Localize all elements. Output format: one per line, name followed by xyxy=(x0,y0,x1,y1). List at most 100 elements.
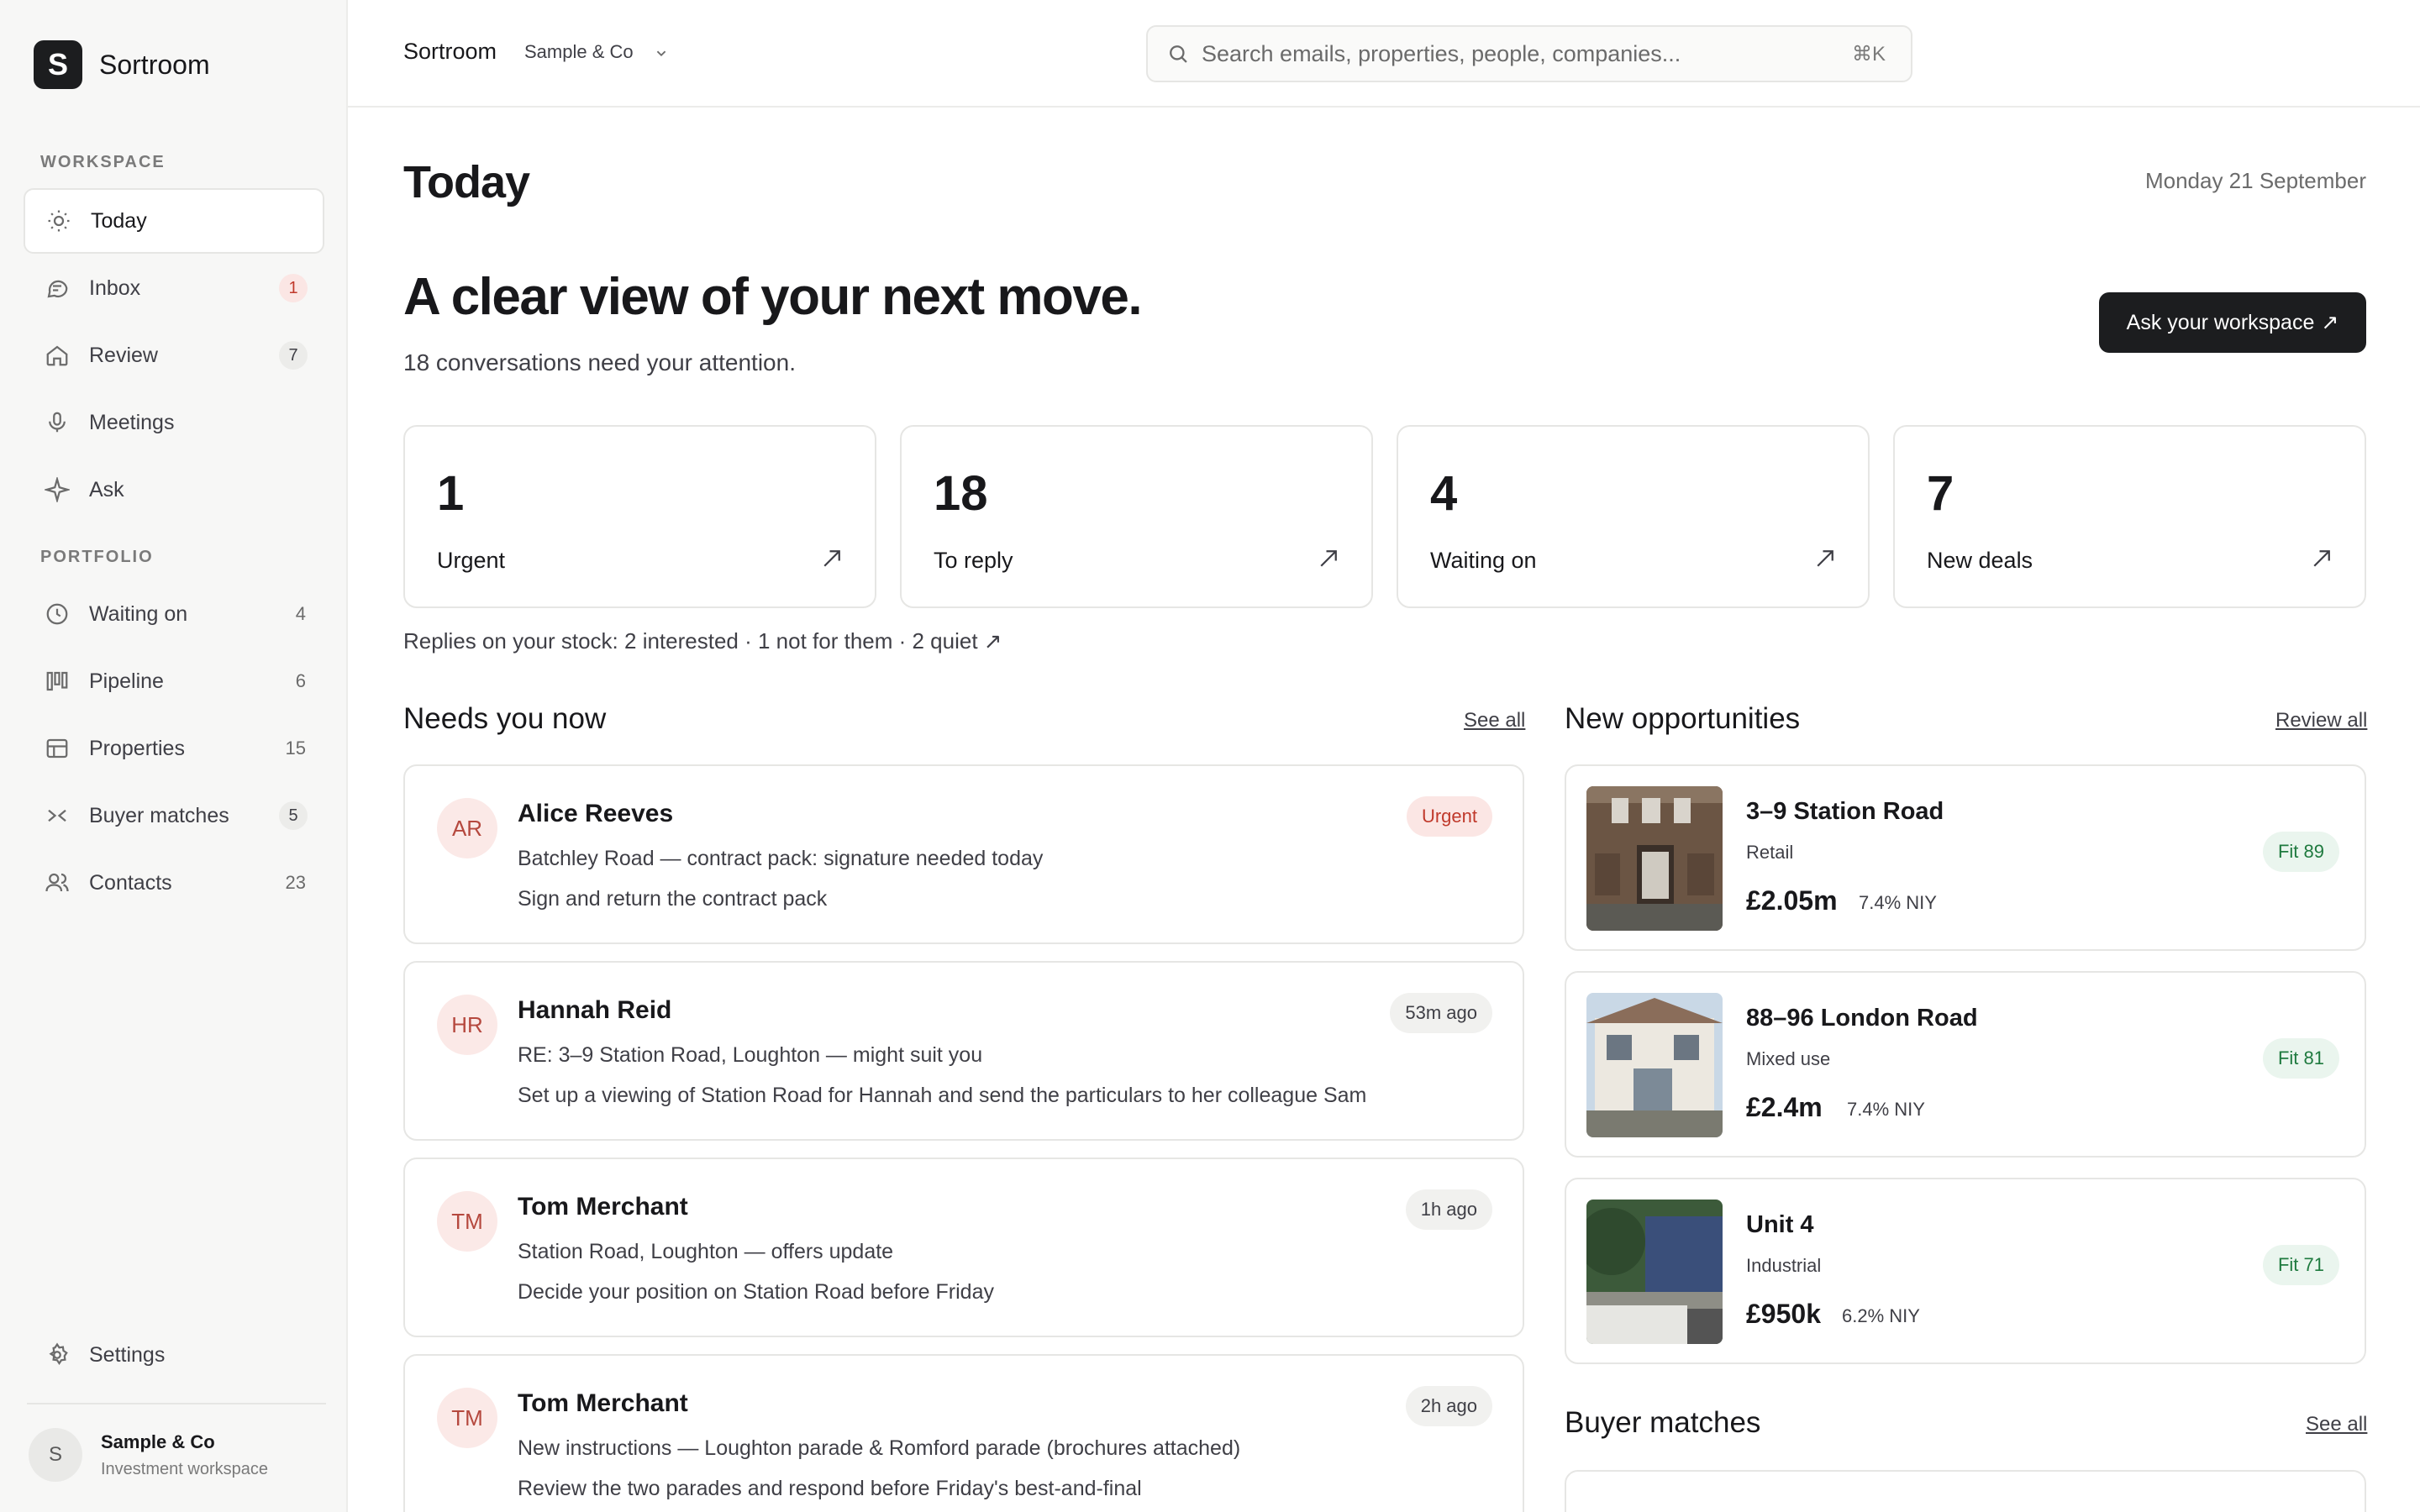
buyer-matches-badge: 5 xyxy=(279,801,308,830)
property-name: Unit 4 xyxy=(1746,1211,1814,1238)
sidebar-item-review[interactable]: Review 7 xyxy=(24,323,324,388)
fit-badge: Fit 89 xyxy=(2262,832,2339,872)
brand-logo: S xyxy=(34,40,82,89)
opportunity-card[interactable]: Unit 4 Industrial £950k 6.2% NIY Fit 71 xyxy=(1565,1178,2366,1364)
avatar: TM xyxy=(437,1388,497,1448)
workspace-nav: Today Inbox 1 Review 7 Meetings Ask xyxy=(24,188,324,524)
chat-icon xyxy=(44,275,71,302)
property-type: Mixed use xyxy=(1746,1048,1831,1069)
org-switcher-label[interactable]: Sample & Co xyxy=(524,41,634,63)
stats-row: 1 Urgent 18 To reply 4 Waiting on 7 New … xyxy=(403,425,2366,608)
sidebar-item-buyer-matches[interactable]: Buyer matches 5 xyxy=(24,783,324,848)
sparkle-icon xyxy=(44,476,71,503)
sidebar-item-label: Pipeline xyxy=(89,669,164,693)
opportunity-card[interactable]: 3–9 Station Road Retail £2.05m 7.4% NIY … xyxy=(1565,764,2366,951)
arrow-up-right-icon xyxy=(823,550,840,567)
stat-card-to-reply[interactable]: 18 To reply xyxy=(900,425,1373,608)
inbox-badge: 1 xyxy=(279,274,308,302)
stat-card-new-deals[interactable]: 7 New deals xyxy=(1893,425,2366,608)
contact-name: Alice Reeves xyxy=(518,800,674,827)
users-icon xyxy=(44,869,71,896)
property-name: 88–96 London Road xyxy=(1746,1005,1978,1032)
list-item[interactable]: TM Tom Merchant Station Road, Loughton —… xyxy=(403,1158,1524,1337)
opportunities-review-all-link[interactable]: Review all xyxy=(2275,709,2367,732)
breadcrumb-app[interactable]: Sortroom xyxy=(403,39,497,65)
avatar: AR xyxy=(437,798,497,858)
time-badge: 2h ago xyxy=(1405,1386,1492,1426)
settings-nav: Settings xyxy=(24,1322,324,1389)
list-item[interactable]: AR Alice Reeves Batchley Road — contract… xyxy=(403,764,1524,944)
list-item[interactable]: HR Hannah Reid RE: 3–9 Station Road, Lou… xyxy=(403,961,1524,1141)
fit-badge: Fit 71 xyxy=(2262,1245,2339,1285)
review-badge: 7 xyxy=(279,341,308,370)
opportunity-card[interactable]: 88–96 London Road Mixed use £2.4m 7.4% N… xyxy=(1565,971,2366,1158)
opportunities-list: 3–9 Station Road Retail £2.05m 7.4% NIY … xyxy=(1565,764,2366,1384)
avatar: HR xyxy=(437,995,497,1055)
stat-value: 1 xyxy=(437,466,465,521)
stat-label: Waiting on xyxy=(1430,548,1537,573)
microphone-icon xyxy=(44,409,71,436)
account-switcher[interactable]: S Sample & Co Investment workspace xyxy=(29,1428,268,1482)
sidebar-item-inbox[interactable]: Inbox 1 xyxy=(24,255,324,321)
arrow-up-right-icon xyxy=(2313,550,2330,567)
search-input[interactable] xyxy=(1202,40,1852,67)
sidebar-item-today[interactable]: Today xyxy=(24,188,324,254)
needs-see-all-link[interactable]: See all xyxy=(1464,709,1525,732)
property-price: £950k xyxy=(1746,1299,1821,1329)
stat-value: 4 xyxy=(1430,466,1458,521)
sidebar-divider xyxy=(27,1403,326,1404)
page-date: Monday 21 September xyxy=(2144,168,2366,193)
message-subject: Batchley Road — contract pack: signature… xyxy=(518,847,1044,870)
contacts-count: 23 xyxy=(285,872,306,893)
property-type: Industrial xyxy=(1746,1255,1822,1276)
sidebar-item-pipeline[interactable]: Pipeline 6 xyxy=(24,648,324,714)
avatar: S xyxy=(29,1428,82,1482)
sidebar-item-ask[interactable]: Ask xyxy=(24,457,324,522)
buyer-match-card[interactable] xyxy=(1565,1470,2366,1512)
time-badge: 1h ago xyxy=(1405,1189,1492,1230)
ask-workspace-button[interactable]: Ask your workspace ↗ xyxy=(2099,292,2366,353)
property-type: Retail xyxy=(1746,842,1794,863)
message-subject: New instructions — Loughton parade & Rom… xyxy=(518,1436,1241,1460)
needs-section-title: Needs you now xyxy=(403,702,607,735)
needs-list: AR Alice Reeves Batchley Road — contract… xyxy=(403,764,1524,1512)
suggested-action: Review the two parades and respond befor… xyxy=(518,1477,1142,1500)
opportunities-section-title: New opportunities xyxy=(1565,702,1801,735)
buyer-matches-see-all-link[interactable]: See all xyxy=(2306,1413,2367,1436)
workspace-section-label: WORKSPACE xyxy=(40,153,166,171)
brand[interactable]: S Sortroom xyxy=(34,40,210,89)
suggested-action: Sign and return the contract pack xyxy=(518,887,828,911)
list-item[interactable]: TM Tom Merchant New instructions — Lough… xyxy=(403,1354,1524,1512)
arrow-up-right-icon xyxy=(1817,550,1833,567)
property-name: 3–9 Station Road xyxy=(1746,798,1944,825)
gear-icon xyxy=(44,1341,71,1368)
buyer-matches-section-title: Buyer matches xyxy=(1565,1406,1761,1439)
account-text: Sample & Co Investment workspace xyxy=(101,1431,268,1479)
stat-label: To reply xyxy=(934,548,1013,573)
sidebar-item-label: Meetings xyxy=(89,410,175,434)
hero-subtitle: 18 conversations need your attention. xyxy=(403,349,796,375)
sidebar-item-properties[interactable]: Properties 15 xyxy=(24,716,324,781)
sidebar-item-label: Settings xyxy=(89,1342,166,1367)
chevron-down-icon[interactable] xyxy=(652,44,671,62)
match-icon xyxy=(44,802,71,829)
replies-summary-link[interactable]: Replies on your stock: 2 interested · 1 … xyxy=(403,628,1002,654)
stat-card-urgent[interactable]: 1 Urgent xyxy=(403,425,876,608)
stat-card-waiting-on[interactable]: 4 Waiting on xyxy=(1397,425,1870,608)
sidebar-item-contacts[interactable]: Contacts 23 xyxy=(24,850,324,916)
sidebar-item-meetings[interactable]: Meetings xyxy=(24,390,324,455)
sidebar-item-settings[interactable]: Settings xyxy=(24,1322,324,1388)
arrow-up-right-icon: ↗ xyxy=(2321,311,2339,334)
stat-label: New deals xyxy=(1927,548,2033,573)
table-icon xyxy=(44,735,71,762)
search-bar[interactable]: ⌘K xyxy=(1146,25,1912,82)
sidebar: S Sortroom WORKSPACE Today Inbox 1 Revie… xyxy=(0,0,348,1512)
brand-name: Sortroom xyxy=(99,49,210,80)
sidebar-item-label: Today xyxy=(91,208,147,233)
time-badge: 53m ago xyxy=(1390,993,1492,1033)
ask-workspace-label: Ask your workspace xyxy=(2126,310,2315,334)
clock-icon xyxy=(44,601,71,627)
property-photo xyxy=(1586,786,1723,931)
sidebar-item-waiting-on[interactable]: Waiting on 4 xyxy=(24,581,324,647)
property-price: £2.05m xyxy=(1746,885,1838,916)
